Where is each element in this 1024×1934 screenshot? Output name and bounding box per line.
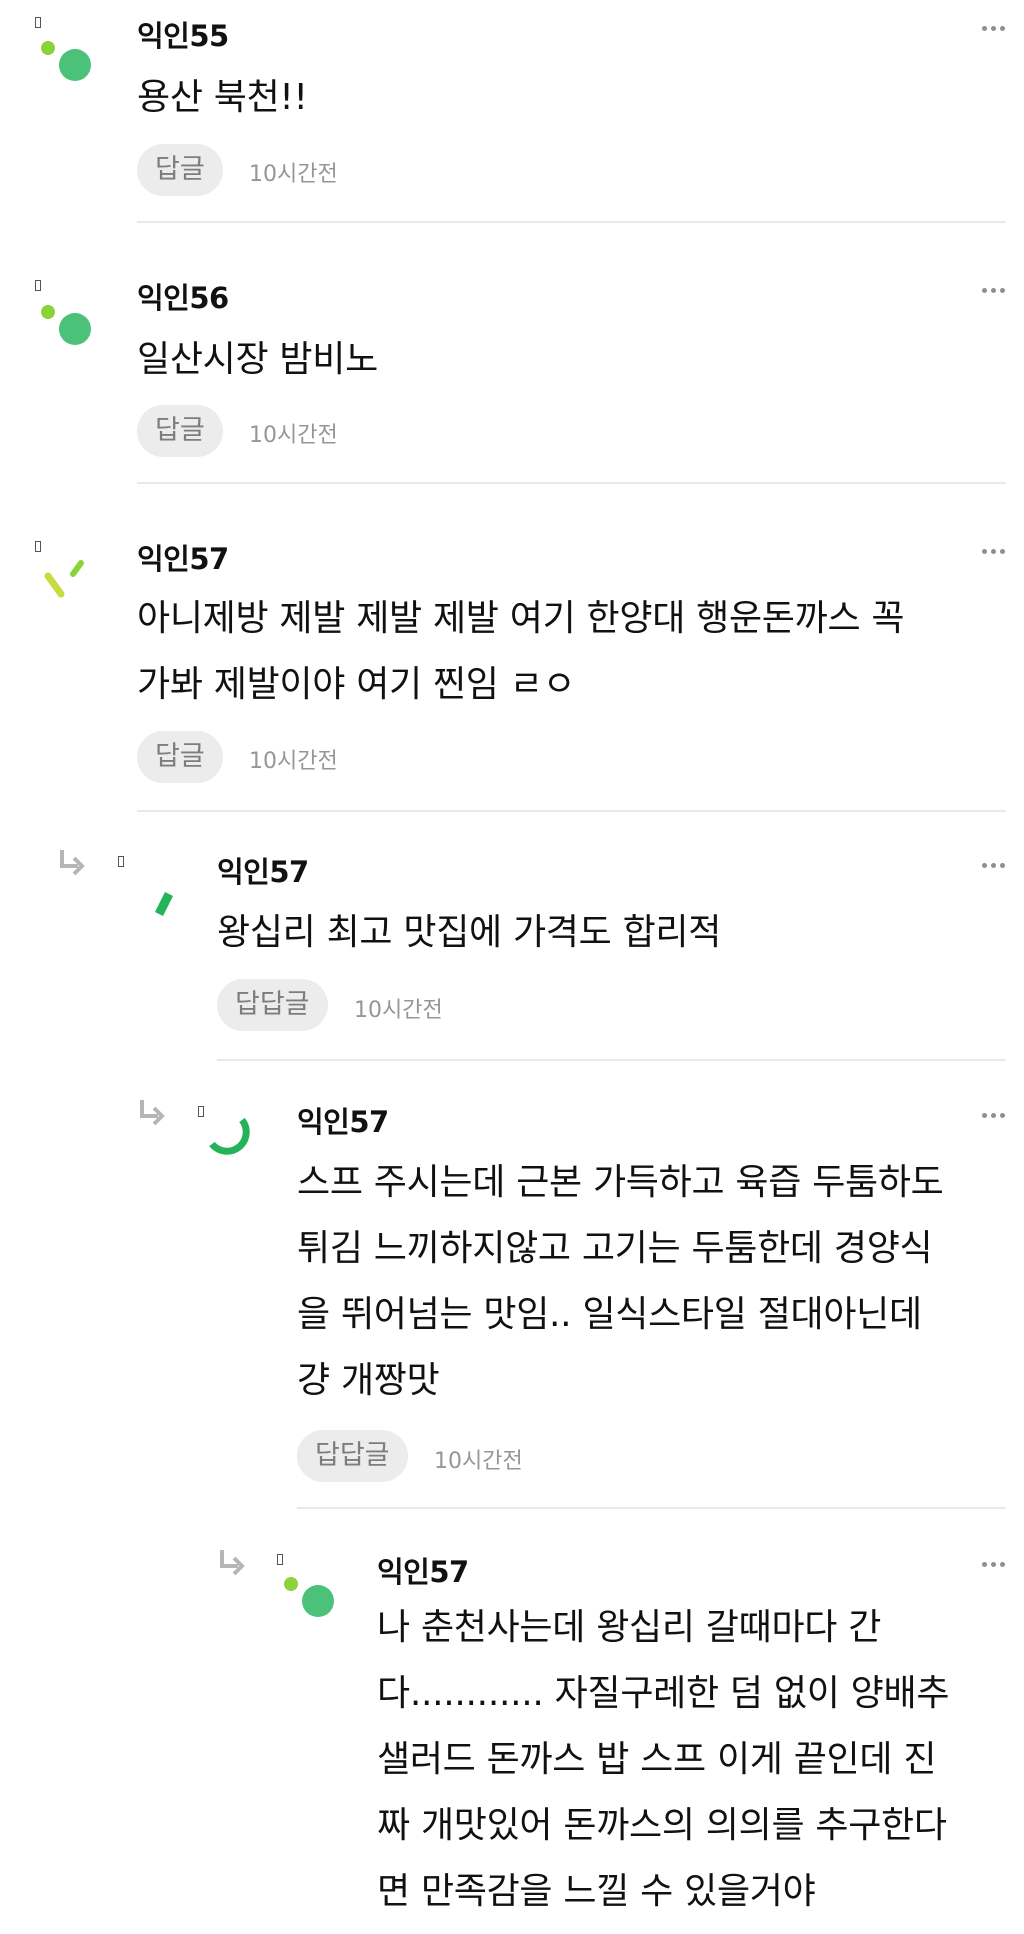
reply-arrow-icon xyxy=(140,1100,165,1126)
more-options-icon[interactable] xyxy=(982,286,1006,296)
reply-arrow-icon xyxy=(220,1550,245,1576)
comment-author: 익인57 xyxy=(377,1555,469,1589)
anonymous-avatar xyxy=(284,1577,334,1617)
comment-text: 왕십리 최고 맛집에 가격도 합리적 xyxy=(217,912,722,953)
anonymous-marker-icon xyxy=(35,17,41,28)
comment-divider xyxy=(297,1507,1006,1509)
more-options-icon[interactable] xyxy=(982,547,1006,557)
reply-arrow-icon xyxy=(60,850,85,876)
reply-comment: 익인57 왕십리 최고 맛집에 가격도 합리적 답답글 10시간전 xyxy=(56,836,1006,1066)
comment-text: 스프 주시는데 근본 가득하고 육즙 두툼하도 튀김 느끼하지않고 고기는 두툼… xyxy=(297,1162,944,1401)
comment-author: 익인55 xyxy=(137,19,229,53)
comment-time: 10시간전 xyxy=(249,162,338,187)
comment-time: 10시간전 xyxy=(249,749,338,774)
comment-author: 익인57 xyxy=(297,1105,389,1139)
anonymous-marker-icon xyxy=(277,1554,283,1565)
comment-text: 일산시장 밤비노 xyxy=(137,339,378,380)
reply-button[interactable]: 답답글 xyxy=(297,1430,408,1482)
comment-divider xyxy=(137,221,1006,223)
anonymous-marker-icon xyxy=(118,856,124,867)
more-options-icon[interactable] xyxy=(982,24,1006,34)
reply-button[interactable]: 답글 xyxy=(137,731,223,783)
reply-button[interactable]: 답글 xyxy=(137,144,223,196)
more-options-icon[interactable] xyxy=(982,1560,1006,1570)
comment-time: 10시간전 xyxy=(249,423,338,448)
comment-time: 10시간전 xyxy=(434,1449,523,1474)
comment-time: 10시간전 xyxy=(354,998,443,1023)
comment: 익인55 용산 북천!! 답글 10시간전 xyxy=(28,0,1006,228)
comment-divider xyxy=(137,810,1006,812)
anonymous-avatar xyxy=(209,1117,250,1155)
comment-divider xyxy=(137,482,1006,484)
comment-author: 익인57 xyxy=(217,855,309,889)
reply-comment: 익인57 스프 주시는데 근본 가득하고 육즙 두툼하도 튀김 느끼하지않고 고… xyxy=(136,1086,1006,1511)
comment-text: 용산 북천!! xyxy=(137,77,308,118)
comment-divider xyxy=(217,1059,1006,1061)
comment-author: 익인57 xyxy=(137,542,229,576)
more-options-icon[interactable] xyxy=(982,1111,1006,1121)
reply-button[interactable]: 답글 xyxy=(137,405,223,457)
reply-button[interactable]: 답답글 xyxy=(217,979,328,1031)
anonymous-marker-icon xyxy=(35,280,41,291)
anonymous-marker-icon xyxy=(35,541,41,552)
comment-text: 나 춘천사는데 왕십리 갈때마다 간 다............ 자질구레한 덤… xyxy=(377,1607,950,1912)
comment: 익인56 일산시장 밤비노 답글 10시간전 xyxy=(28,261,1006,489)
reply-comment: 익인57 나 춘천사는데 왕십리 갈때마다 간 다............ 자질… xyxy=(216,1536,1006,1934)
more-options-icon[interactable] xyxy=(982,861,1006,871)
anonymous-avatar xyxy=(44,560,84,598)
anonymous-avatar xyxy=(154,891,174,917)
anonymous-avatar xyxy=(41,41,91,81)
comment: 익인57 아니제방 제발 제발 제발 여기 한양대 행운돈까스 꼭 가봐 제발이… xyxy=(28,522,1006,817)
comment-text: 아니제방 제발 제발 제발 여기 한양대 행운돈까스 꼭 가봐 제발이야 여기 … xyxy=(137,598,905,705)
comment-author: 익인56 xyxy=(137,281,229,315)
anonymous-avatar xyxy=(41,305,91,345)
